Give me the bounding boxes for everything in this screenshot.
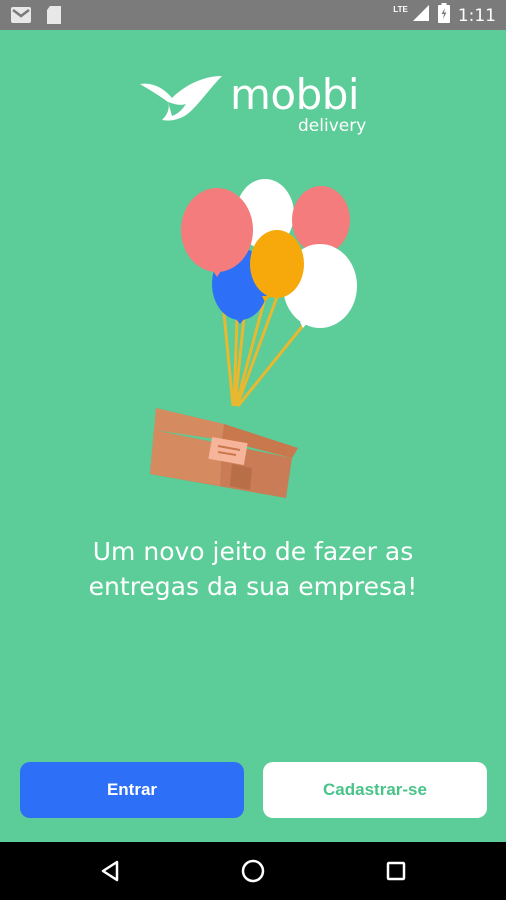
welcome-screen: mobbi delivery Um novo jeito de fazer as… (0, 30, 506, 842)
back-icon[interactable] (94, 855, 126, 887)
battery-icon (437, 3, 450, 28)
gmail-icon (10, 6, 32, 29)
brand-logo: mobbi delivery (138, 70, 373, 142)
tagline: Um novo jeito de fazer as entregas da su… (40, 534, 466, 604)
bird-logo-icon (140, 76, 222, 121)
brand-subtitle: delivery (298, 116, 367, 136)
status-time: 1:11 (457, 5, 496, 26)
signup-button[interactable]: Cadastrar-se (263, 762, 487, 818)
home-icon[interactable] (237, 855, 269, 887)
brand-name: mobbi (230, 70, 360, 119)
login-button[interactable]: Entrar (20, 762, 244, 818)
recents-icon[interactable] (380, 855, 412, 887)
status-bar: LTE 1:11 (0, 0, 506, 30)
navigation-bar (0, 842, 506, 900)
network-type-label: LTE (393, 5, 408, 14)
signal-icon (412, 4, 430, 27)
tagline-line-2: entregas da sua empresa! (88, 572, 418, 601)
sim-card-icon (46, 5, 62, 30)
balloons-box-illustration (150, 179, 357, 498)
tagline-line-1: Um novo jeito de fazer as (92, 537, 414, 566)
